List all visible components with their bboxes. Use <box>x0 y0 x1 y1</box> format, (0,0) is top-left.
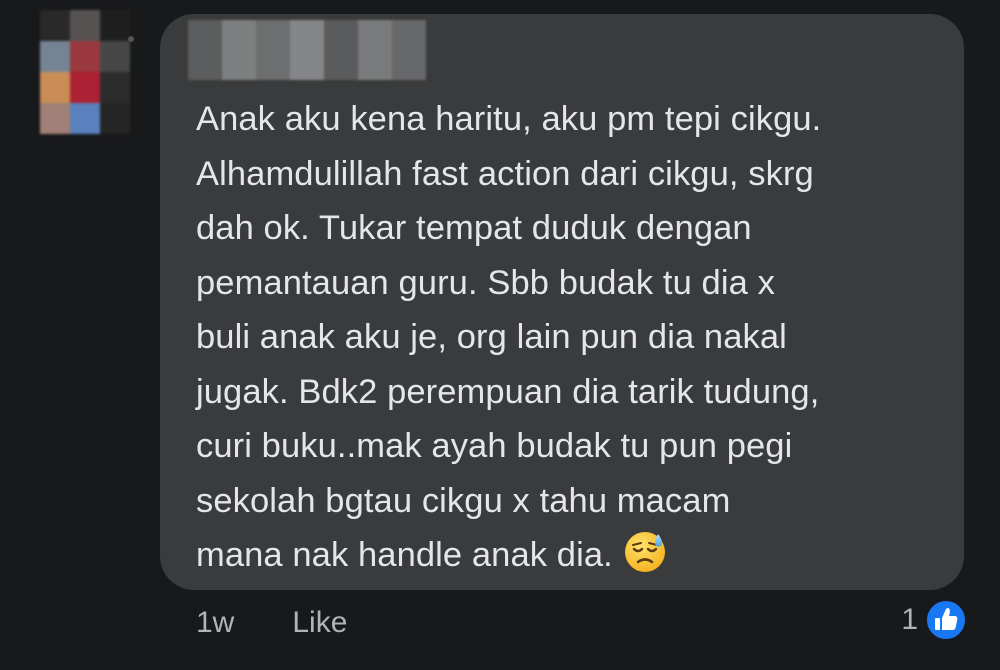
comment-line: pemantauan guru. Sbb budak tu dia x <box>196 263 775 302</box>
comment-text: Anak aku kena haritu, aku pm tepi cikgu.… <box>196 92 946 583</box>
comment-line: Anak aku kena haritu, aku pm tepi cikgu. <box>196 100 822 138</box>
reaction-summary[interactable]: 1 <box>901 598 968 642</box>
reaction-count: 1 <box>901 603 918 636</box>
online-dot <box>128 36 134 42</box>
comment-line: jugak. Bdk2 perempuan dia tarik tudung, <box>196 372 820 411</box>
avatar[interactable] <box>40 10 130 134</box>
thumbs-up-icon <box>925 599 967 641</box>
timestamp[interactable]: 1w <box>196 606 234 640</box>
comment-last-line: mana nak handle anak dia. <box>196 528 946 583</box>
comment-meta: 1w Like <box>196 606 347 640</box>
commenter-name-blurred[interactable] <box>188 20 426 80</box>
comment-line: mana nak handle anak dia. <box>196 536 613 574</box>
comment-line: curi buku..mak ayah budak tu pun pegi <box>196 427 793 465</box>
comment-bubble: Anak aku kena haritu, aku pm tepi cikgu.… <box>160 14 964 590</box>
comment-line: buli anak aku je, org lain pun dia nakal <box>196 318 787 356</box>
comment-screen: Anak aku kena haritu, aku pm tepi cikgu.… <box>0 0 1000 670</box>
comment-line: dah ok. Tukar tempat duduk dengan <box>196 209 752 247</box>
downcast-face-with-sweat-icon <box>624 532 665 572</box>
comment-line: Alhamdulillah fast action dari cikgu, sk… <box>196 154 814 193</box>
like-button[interactable]: Like <box>292 606 347 640</box>
comment-line: sekolah bgtau cikgu x tahu macam <box>196 481 731 520</box>
